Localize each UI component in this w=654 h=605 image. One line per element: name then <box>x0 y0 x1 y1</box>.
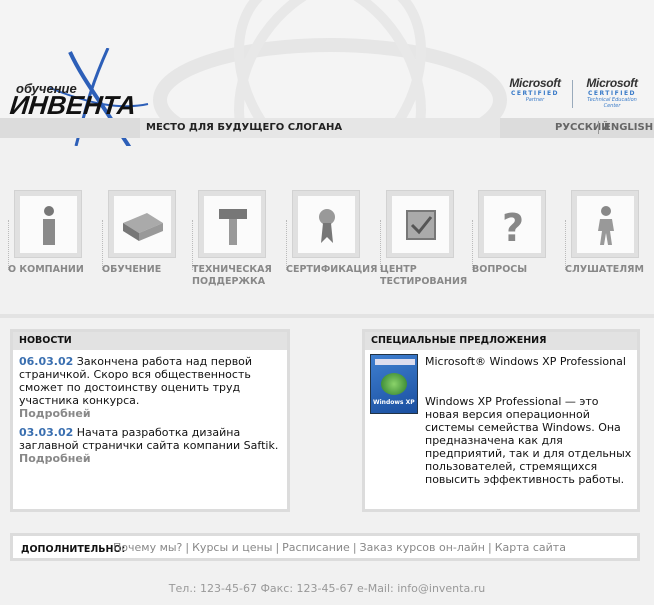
footer-contacts: Тел.: 123-45-67 Факс: 123-45-67 e-Mail: … <box>168 582 486 595</box>
link-order-online[interactable]: Заказ курсов он-лайн <box>360 541 485 554</box>
news-date[interactable]: 03.03.02 <box>19 426 73 439</box>
news-date[interactable]: 06.03.02 <box>19 355 73 368</box>
product-box-label: Windows XP <box>373 399 415 406</box>
product-description: Windows XP Professional — это новая верс… <box>425 395 632 486</box>
special-offers-panel: СПЕЦИАЛЬНЫЕ ПРЕДЛОЖЕНИЯ Windows XP Micro… <box>362 329 640 512</box>
news-item: 06.03.02 Закончена работа над первой стр… <box>13 355 287 420</box>
additional-links: Почему мы? | Курсы и цены | Расписание | Заказ… <box>113 541 566 554</box>
nav-label: О КОМПАНИИ <box>8 264 84 275</box>
nav-label: ТЕХНИЧЕСКАЯ ПОДДЕРЖКА <box>192 264 272 287</box>
news-title: НОВОСТИ <box>13 332 287 350</box>
offers-title: СПЕЦИАЛЬНЫЕ ПРЕДЛОЖЕНИЯ <box>365 332 637 350</box>
info-icon <box>43 206 55 245</box>
divider <box>0 314 654 318</box>
lang-english-link[interactable]: ENGLISH <box>604 122 653 133</box>
link-sitemap[interactable]: Карта сайта <box>495 541 566 554</box>
checkbox-icon <box>406 210 436 240</box>
hammer-icon <box>219 209 247 245</box>
product-title[interactable]: Microsoft® Windows XP Professional <box>425 355 630 368</box>
additional-links-bar: ДОПОЛНИТЕЛЬНО: Почему мы? | Курсы и цены | Р… <box>10 533 640 561</box>
product-box-image[interactable]: Windows XP <box>370 354 418 414</box>
nav-label: СЛУШАТЕЛЯМ <box>565 264 644 275</box>
nav-label: ОБУЧЕНИЕ <box>102 264 162 275</box>
news-more-link[interactable]: Подробней <box>19 452 281 465</box>
svg-text:?: ? <box>502 206 524 247</box>
person-icon <box>598 206 614 245</box>
news-item: 03.03.02 Начата разработка дизайна загла… <box>13 426 287 465</box>
additional-label: ДОПОЛНИТЕЛЬНО: <box>21 544 126 555</box>
books-icon <box>123 213 163 241</box>
divider <box>572 80 573 108</box>
link-why-us[interactable]: Почему мы? <box>113 541 182 554</box>
nav-label: СЕРТИФИКАЦИЯ <box>286 264 378 275</box>
divider <box>598 121 599 134</box>
link-schedule[interactable]: Расписание <box>282 541 350 554</box>
lang-russian-link[interactable]: РУССКИЙ <box>555 122 610 133</box>
question-icon: ? <box>502 206 524 247</box>
news-panel: НОВОСТИ 06.03.02 Закончена работа над пе… <box>10 329 290 512</box>
nav-label: ЦЕНТР ТЕСТИРОВАНИЯ <box>380 264 468 287</box>
ms-certified-tec-logo: Microsoft CERTIFIED Technical Education … <box>586 76 638 109</box>
award-icon <box>319 209 335 243</box>
logo-title: ИНВЕНТА <box>8 90 138 120</box>
news-more-link[interactable]: Подробней <box>19 407 281 420</box>
link-courses-prices[interactable]: Курсы и цены <box>192 541 272 554</box>
nav-label: ВОПРОСЫ <box>472 264 528 275</box>
slogan: МЕСТО ДЛЯ БУДУЩЕГО СЛОГАНА <box>146 122 343 133</box>
ms-certified-partner-logo: Microsoft CERTIFIED Partner <box>509 76 561 103</box>
